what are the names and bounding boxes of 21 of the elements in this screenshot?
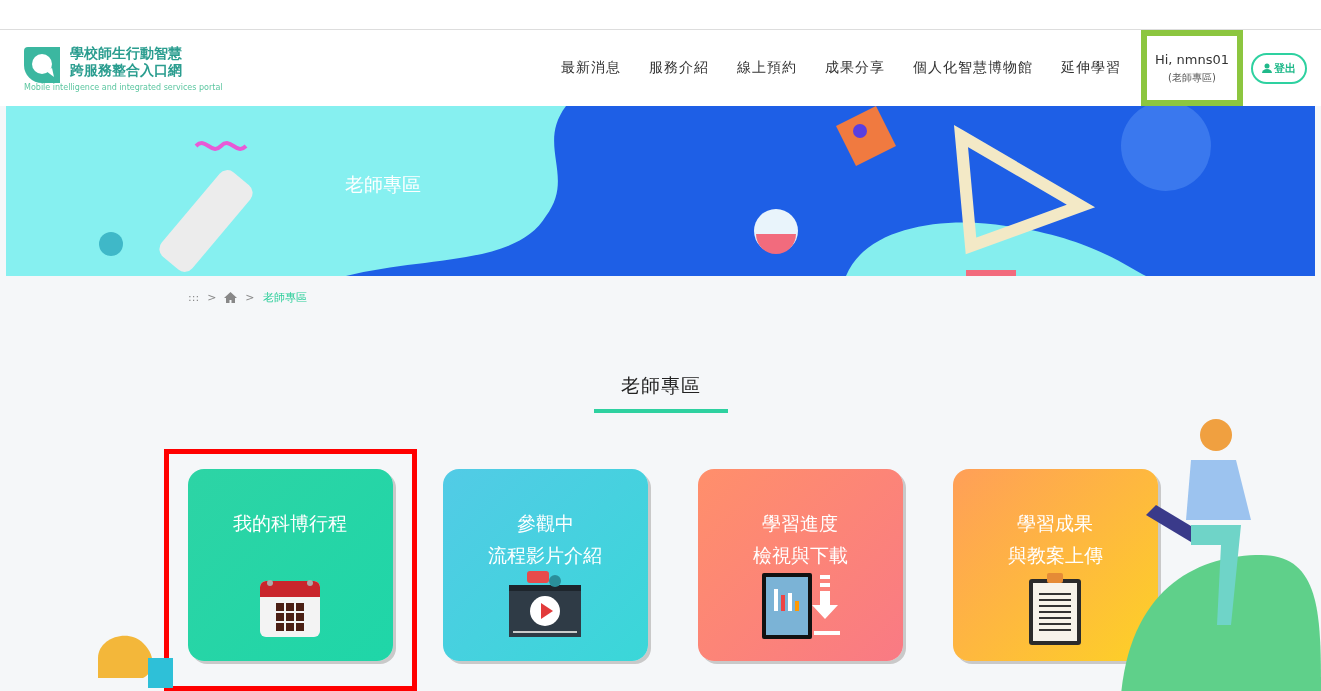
nav-link[interactable]: 延伸學習 xyxy=(1046,59,1135,77)
nav-link[interactable]: 最新消息 xyxy=(546,59,635,77)
nav-link[interactable]: 個人化智慧博物館 xyxy=(898,59,1047,77)
banner-title: 老師專區 xyxy=(345,172,421,197)
user-icon xyxy=(1262,63,1272,73)
section-title: 老師專區 xyxy=(593,373,728,413)
tablet-download-icon xyxy=(760,571,840,641)
site-title: 跨服務整合入口網 xyxy=(70,61,183,79)
clipboard-icon xyxy=(1027,571,1083,647)
site-title: 學校師生行動智慧 xyxy=(70,44,183,62)
video-player-icon xyxy=(507,571,583,639)
user-greeting: Hi, nmns01 xyxy=(1154,51,1229,67)
home-icon[interactable] xyxy=(224,292,238,303)
breadcrumb-separator: > xyxy=(245,291,255,304)
user-role: (老師專區) xyxy=(1168,70,1216,85)
breadcrumb-separator: > xyxy=(207,291,217,304)
nav-link[interactable]: 成果分享 xyxy=(810,59,899,77)
nav-link[interactable]: 線上預約 xyxy=(722,59,811,77)
breadcrumb-dots: ::: xyxy=(188,291,200,304)
site-subtitle: Mobile intelligence and integrated services portal xyxy=(24,82,223,92)
nav-link[interactable]: 服務介紹 xyxy=(634,59,723,77)
